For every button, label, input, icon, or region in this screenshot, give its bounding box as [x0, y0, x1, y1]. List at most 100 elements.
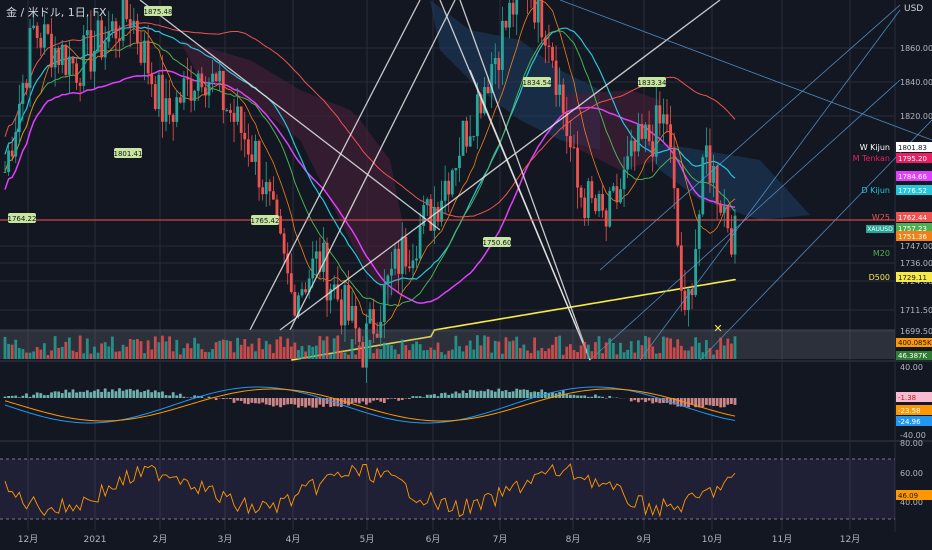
candle-body [429, 199, 433, 231]
volume-bar [733, 336, 737, 359]
volume-bar [382, 342, 386, 359]
x-tick-label: 6月 [426, 534, 441, 545]
macd-hist-bar [232, 398, 236, 403]
candle-body [697, 214, 701, 249]
macd-signal-line [4, 388, 736, 422]
volume-bar [579, 345, 583, 359]
candle-body [672, 147, 676, 189]
macd-hist-bar [3, 396, 7, 398]
candle-body [268, 182, 272, 192]
volume-bar [561, 354, 565, 359]
volume-bar [615, 354, 619, 359]
candle-body [504, 20, 508, 28]
volume-bar [325, 336, 329, 359]
volume-bar [640, 345, 644, 359]
volume-bar [665, 337, 669, 359]
candle-body [644, 124, 647, 139]
candle-body [533, 0, 537, 23]
volume-bar [568, 344, 572, 359]
volume-bar [440, 352, 443, 359]
volume-bar [497, 341, 501, 359]
volume-bar [307, 345, 311, 359]
volume-bar [626, 349, 630, 359]
volume-bar [293, 342, 297, 359]
candle-body [157, 74, 161, 110]
volume-bar [633, 352, 637, 359]
macd-hist-bar [307, 398, 311, 406]
candle-body [229, 110, 232, 113]
macd-hist-bar [633, 398, 637, 401]
macd-hist-bar [246, 398, 250, 405]
macd-hist-bar [597, 396, 601, 398]
candle-body [60, 44, 64, 65]
volume-bar [350, 339, 354, 359]
volume-bar [279, 336, 282, 359]
candle-body [554, 60, 558, 95]
volume-bar [515, 336, 519, 359]
macd-hist-bar [68, 392, 71, 398]
volume-bar [669, 338, 672, 359]
volume-bar [608, 338, 612, 359]
macd-hist-bar [733, 398, 737, 405]
candle-body [289, 273, 293, 292]
volume-bar [339, 351, 343, 359]
volume-bar [332, 338, 336, 359]
candle-body [196, 73, 200, 91]
volume-bar [518, 348, 522, 359]
macd-hist-bar [78, 391, 82, 398]
volume-bar [558, 335, 562, 359]
volume-bar [701, 352, 705, 359]
macd-hist-bar [243, 398, 247, 404]
macd-hist-bar [257, 398, 261, 404]
macd-hist-bar [89, 392, 93, 398]
volume-bar [318, 336, 322, 359]
volume-tag-text: 46.387K [898, 352, 927, 360]
macd-hist-bar [207, 396, 211, 398]
volume-bar [17, 347, 21, 359]
macd-hist-bar [479, 390, 483, 398]
macd-hist-bar [110, 389, 114, 398]
candle-body [175, 97, 179, 122]
macd-hist-bar [583, 395, 587, 398]
macd-hist-bar [271, 398, 275, 407]
volume-bar [193, 337, 197, 359]
volume-bar [644, 335, 647, 359]
volume-bar [300, 346, 304, 359]
volume-bar [21, 349, 25, 359]
candle-body [17, 103, 21, 133]
volume-bar [254, 351, 257, 359]
macd-hist-bar [461, 390, 465, 398]
line-name-label: W Kijun [860, 143, 890, 152]
macd-hist-bar [96, 389, 100, 398]
volume-bar [422, 350, 426, 359]
macd-hist-bar [164, 395, 168, 398]
volume-bar [68, 337, 71, 359]
volume-bar [14, 339, 18, 359]
price-annotation-label: 1875.48 [144, 8, 173, 16]
volume-bar [343, 352, 347, 359]
macd-hist-bar [214, 398, 218, 401]
chart-svg[interactable]: 12月 2021 2月 3月 4月 5月 6月 7月 8月 9月 10月 11月 12月 1860.00 1… [0, 0, 932, 550]
candle-body [572, 147, 576, 149]
macd-hist-bar [132, 390, 136, 398]
macd-hist-bar [526, 389, 529, 398]
macd-hist-bar [100, 391, 104, 398]
macd-hist-bar [411, 396, 415, 398]
candle-body [200, 73, 204, 88]
candle-body [82, 35, 86, 86]
macd-hist-bar [540, 389, 544, 398]
volume-bar [289, 346, 293, 359]
macd-hist-bar [71, 389, 75, 398]
macd-hist-bar [447, 394, 451, 398]
volume-bar [46, 354, 50, 359]
candle-body [368, 309, 372, 324]
candle-body [733, 215, 737, 255]
volume-bar [314, 345, 318, 359]
volume-bar [189, 348, 193, 359]
macd-hist-bar [103, 388, 107, 398]
candle-body [350, 306, 354, 321]
volume-bar [450, 349, 454, 359]
volume-bar [397, 354, 401, 359]
value-tag-text: 1762.44 [898, 214, 927, 222]
candle-body [143, 40, 146, 63]
